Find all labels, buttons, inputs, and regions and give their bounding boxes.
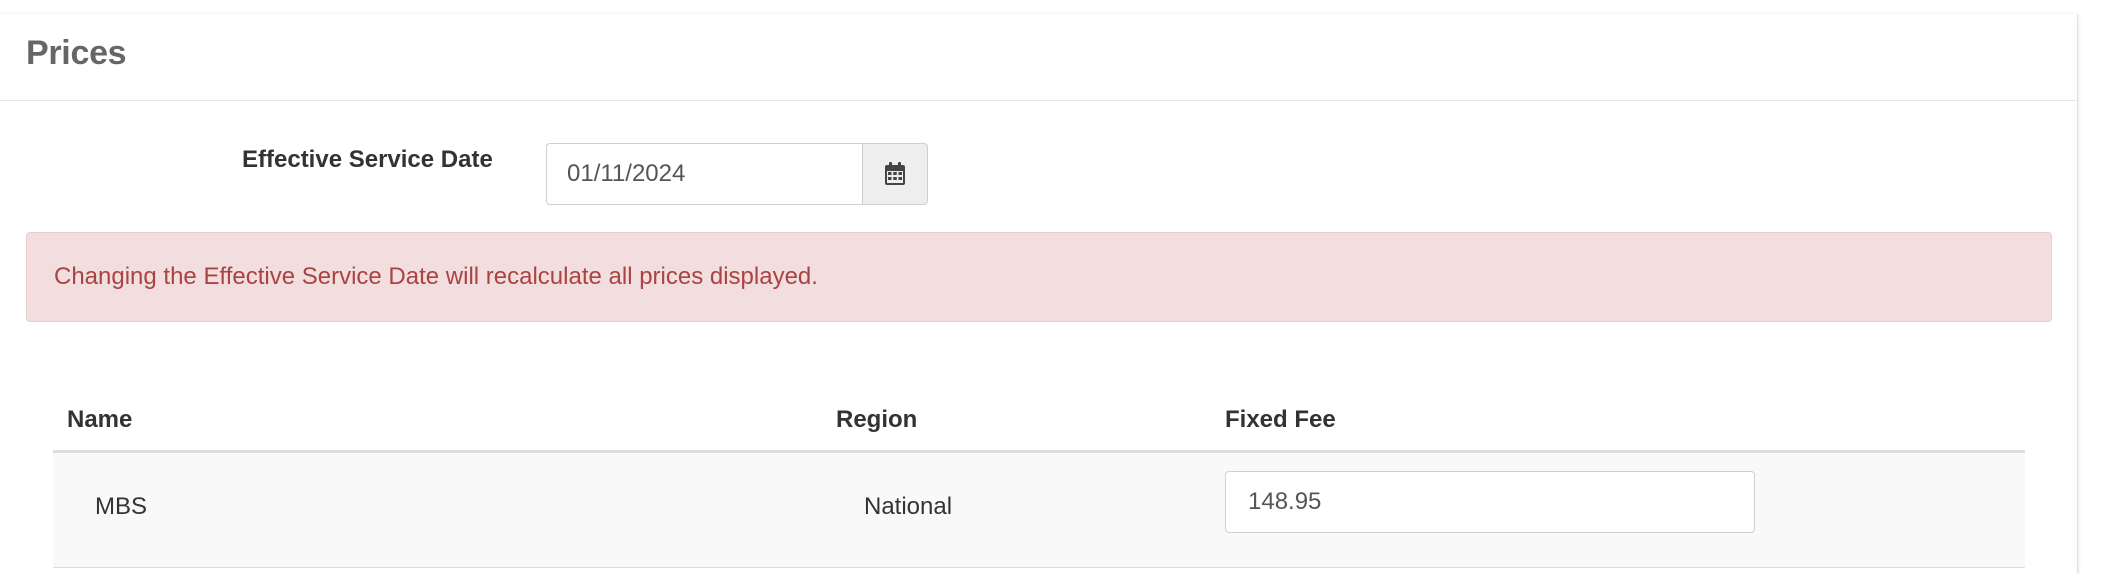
page-title: Prices — [26, 34, 127, 72]
fixed-fee-input[interactable] — [1225, 471, 1755, 533]
prices-table: Name Region Fixed Fee MBS National — [53, 392, 2025, 568]
table-row: MBS National — [53, 453, 2025, 568]
column-header-fixed-fee: Fixed Fee — [1225, 406, 1336, 433]
row-name: MBS — [95, 493, 148, 520]
calendar-button[interactable] — [862, 143, 928, 205]
recalculate-warning-alert: Changing the Effective Service Date will… — [26, 232, 2052, 322]
table-header: Name Region Fixed Fee — [53, 392, 2025, 453]
column-header-region: Region — [836, 406, 918, 433]
effective-date-input[interactable] — [546, 143, 862, 205]
panel-header: Prices — [0, 14, 2077, 101]
effective-date-picker — [546, 143, 928, 205]
row-region: National — [864, 493, 953, 520]
calendar-icon — [885, 162, 905, 185]
effective-date-label: Effective Service Date — [242, 146, 493, 173]
prices-panel: Prices Effective Service Date Changing t… — [0, 14, 2078, 574]
alert-message: Changing the Effective Service Date will… — [54, 263, 818, 290]
column-header-name: Name — [67, 406, 133, 433]
